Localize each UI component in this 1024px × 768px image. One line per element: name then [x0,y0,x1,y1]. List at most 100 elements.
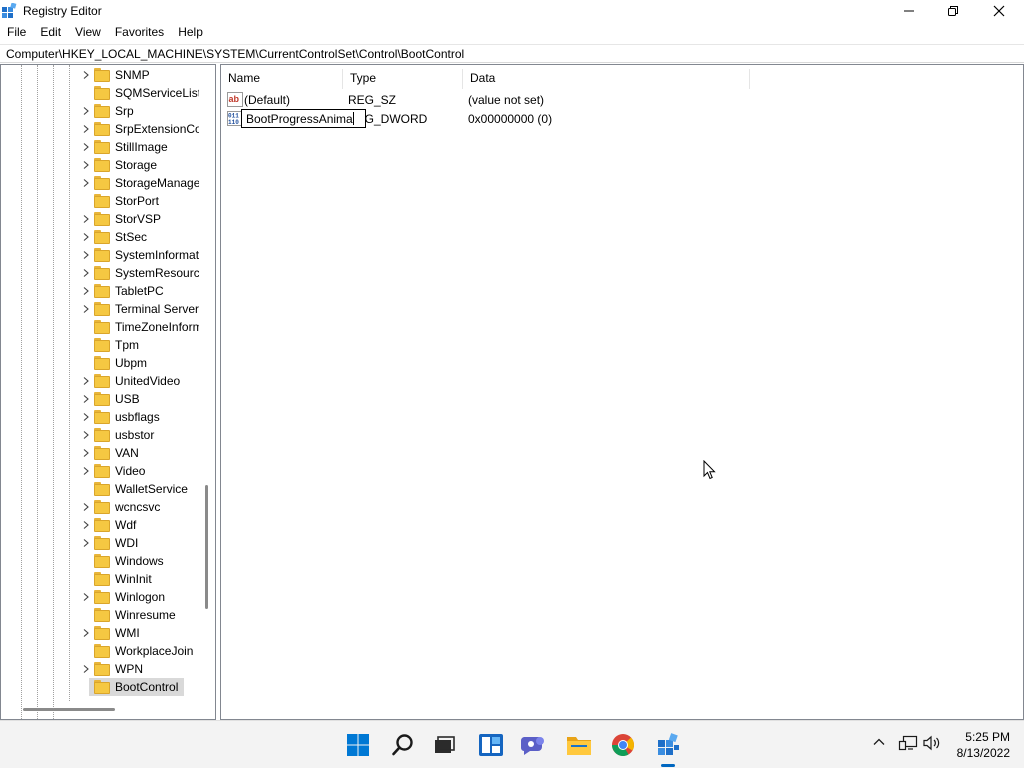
folder-icon [94,644,110,658]
menu-edit[interactable]: Edit [33,23,68,42]
tree-item[interactable]: SrpExtensionConfig [1,120,215,138]
tree-item[interactable]: Storage [1,156,215,174]
chevron-right-icon[interactable] [81,466,91,476]
tree-item[interactable]: usbflags [1,408,215,426]
clock[interactable]: 5:25 PM 8/13/2022 [957,729,1010,761]
values-list-pane[interactable]: Name Type Data ab (Default) REG_SZ (valu… [220,64,1024,720]
tree-item[interactable]: UnitedVideo [1,372,215,390]
chevron-right-icon[interactable] [81,286,91,296]
restore-button[interactable] [930,0,976,22]
tree-vertical-scrollbar[interactable] [205,485,208,609]
menu-view[interactable]: View [68,23,108,42]
close-button[interactable] [976,0,1022,22]
tree-item[interactable]: StillImage [1,138,215,156]
tree-item-label: WPN [115,662,143,676]
tree-item[interactable]: WalletService [1,480,215,498]
network-status-button[interactable] [898,735,918,751]
chevron-right-icon[interactable] [81,394,91,404]
tree-item[interactable]: SNMP [1,66,215,84]
folder-icon [94,608,110,622]
column-header-name[interactable]: Name [221,69,343,89]
widgets-button[interactable] [477,731,505,759]
value-row[interactable]: ab (Default) REG_SZ (value not set) [221,90,1021,109]
chevron-right-icon[interactable] [81,412,91,422]
tree-item[interactable]: StorPort [1,192,215,210]
file-explorer-button[interactable] [565,731,593,759]
tree-item-label: WDI [115,536,139,550]
tree-item[interactable]: usbstor [1,426,215,444]
tree-item[interactable]: Winresume [1,606,215,624]
key-tree-pane[interactable]: SNMP SQMServiceList Srp SrpExtensionConfig S… [0,64,216,720]
tree-item[interactable]: Srp [1,102,215,120]
task-view-button[interactable] [430,731,458,759]
tree-item[interactable]: BootControl [1,678,215,696]
tree-item[interactable]: Terminal Server [1,300,215,318]
widgets-icon [479,734,503,756]
address-bar[interactable]: Computer\HKEY_LOCAL_MACHINE\SYSTEM\Curre… [0,44,1024,63]
tree-item[interactable]: Ubpm [1,354,215,372]
column-header-data[interactable]: Data [463,69,750,89]
chevron-right-icon[interactable] [81,502,91,512]
tree-item[interactable]: StSec [1,228,215,246]
tree-item[interactable]: TabletPC [1,282,215,300]
chevron-right-icon[interactable] [81,178,91,188]
tree-item[interactable]: Windows [1,552,215,570]
address-path[interactable]: Computer\HKEY_LOCAL_MACHINE\SYSTEM\Curre… [6,47,464,61]
tree-item[interactable]: StorVSP [1,210,215,228]
chevron-up-icon [873,738,885,745]
minimize-button[interactable] [886,0,932,22]
tree-item[interactable]: USB [1,390,215,408]
start-button[interactable] [344,731,372,759]
tree-item[interactable]: SystemInformation [1,246,215,264]
chevron-right-icon[interactable] [81,232,91,242]
tree-item[interactable]: VAN [1,444,215,462]
tree-item[interactable]: WinInit [1,570,215,588]
tree-item[interactable]: Video [1,462,215,480]
tree-item[interactable]: WDI [1,534,215,552]
chevron-right-icon[interactable] [81,448,91,458]
tree-horizontal-scrollbar[interactable] [23,708,115,711]
tree-item[interactable]: Tpm [1,336,215,354]
tree-item-label: WinInit [115,572,152,586]
chevron-right-icon[interactable] [81,628,91,638]
tree-item[interactable]: Winlogon [1,588,215,606]
volume-button[interactable] [922,735,942,751]
folder-icon [94,662,110,676]
tree-item[interactable]: WMI [1,624,215,642]
search-button[interactable] [389,731,417,759]
tree-item[interactable]: SQMServiceList [1,84,215,102]
chevron-right-icon[interactable] [81,124,91,134]
show-hidden-icons-button[interactable] [872,735,886,749]
chevron-right-icon[interactable] [81,520,91,530]
tree-item[interactable]: wcncsvc [1,498,215,516]
menu-favorites[interactable]: Favorites [108,23,171,42]
tree-item[interactable]: TimeZoneInformation [1,318,215,336]
registry-editor-taskbar-button[interactable] [654,731,682,759]
tree-item[interactable]: Wdf [1,516,215,534]
chevron-right-icon[interactable] [81,214,91,224]
chevron-right-icon[interactable] [81,538,91,548]
chevron-right-icon[interactable] [81,304,91,314]
chrome-button[interactable] [609,731,637,759]
chevron-right-icon[interactable] [81,106,91,116]
text-caret [352,112,354,125]
chevron-right-icon[interactable] [81,142,91,152]
chevron-right-icon[interactable] [81,592,91,602]
chevron-right-icon[interactable] [81,376,91,386]
tree-item[interactable]: WorkplaceJoin [1,642,215,660]
menu-file[interactable]: File [0,23,33,42]
column-header-type[interactable]: Type [343,69,463,89]
rename-value-input[interactable]: BootProgressAnima [241,109,366,128]
chevron-right-icon[interactable] [81,664,91,674]
tree-item[interactable]: WPN [1,660,215,678]
chevron-right-icon[interactable] [81,70,91,80]
chevron-right-icon[interactable] [81,160,91,170]
chevron-right-icon[interactable] [81,268,91,278]
tree-item[interactable]: StorageManagement [1,174,215,192]
chat-button[interactable] [520,731,548,759]
chevron-right-icon[interactable] [81,250,91,260]
value-row[interactable]: 011 110 REG_DWORD 0x00000000 (0) BootPro… [221,109,1021,128]
tree-item[interactable]: SystemResources [1,264,215,282]
menu-help[interactable]: Help [171,23,210,42]
chevron-right-icon[interactable] [81,430,91,440]
